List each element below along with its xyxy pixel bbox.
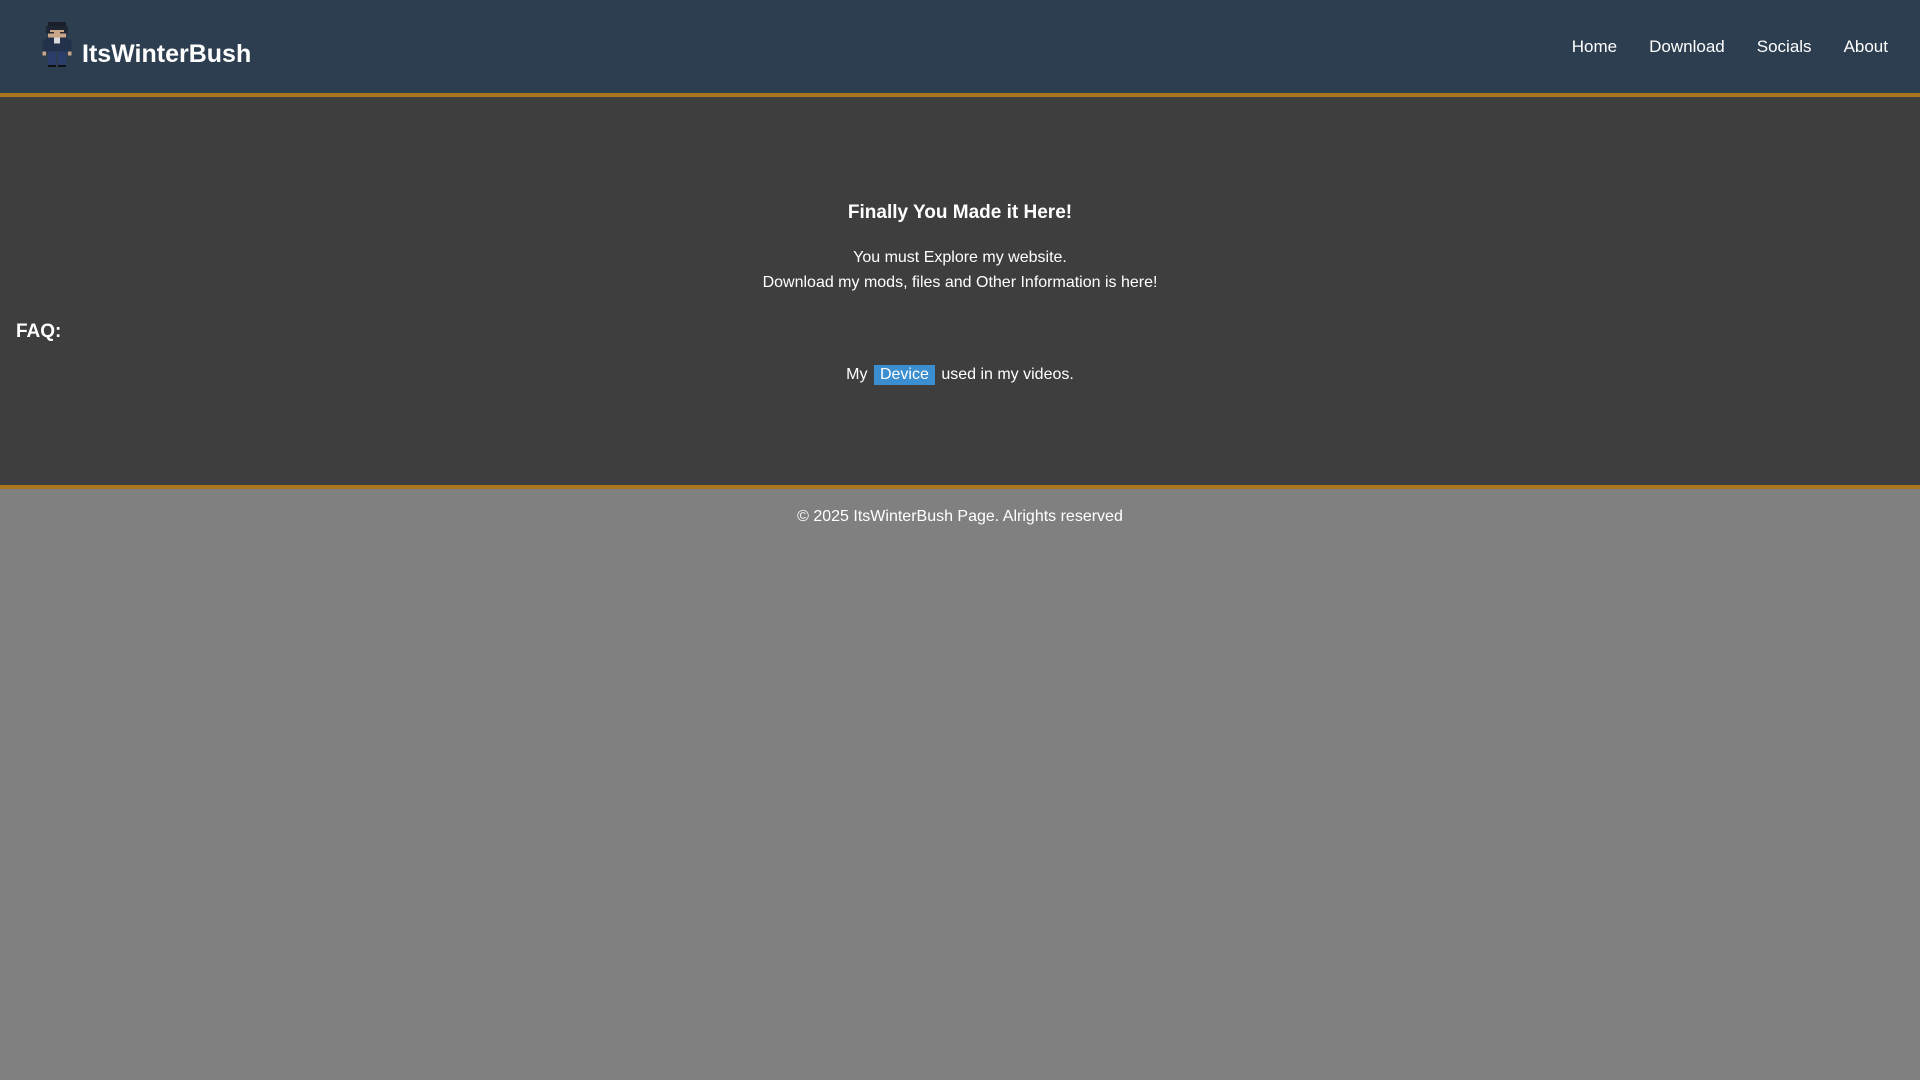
welcome-text-line-1: You must Explore my website. (853, 249, 1067, 266)
footer-copyright: © 2025 ItsWinterBush Page. Alrights rese… (797, 508, 1123, 525)
site-header: ItsWinterBush Home Download Socials Abou… (0, 0, 1920, 97)
main-section: Finally You Made it Here! You must Explo… (0, 97, 1920, 489)
faq-suffix-text: used in my videos. (941, 366, 1074, 383)
nav-download-link[interactable]: Download (1649, 37, 1725, 57)
brand[interactable]: ItsWinterBush (40, 22, 251, 67)
site-name: ItsWinterBush (82, 40, 252, 68)
pixel-character-avatar-icon (42, 22, 72, 67)
faq-heading: FAQ: (16, 321, 62, 342)
nav-socials-link[interactable]: Socials (1757, 37, 1812, 57)
device-link[interactable]: Device (873, 365, 935, 385)
faq-item: My Device used in my videos. (0, 365, 1920, 385)
nav-about-link[interactable]: About (1844, 37, 1888, 57)
nav-home-link[interactable]: Home (1572, 37, 1617, 57)
welcome-title: Finally You Made it Here! (847, 202, 1073, 223)
main-nav: Home Download Socials About (1540, 37, 1888, 57)
faq-prefix-text: My (846, 366, 868, 383)
welcome-text-line-2: Download my mods, files and Other Inform… (762, 274, 1158, 291)
